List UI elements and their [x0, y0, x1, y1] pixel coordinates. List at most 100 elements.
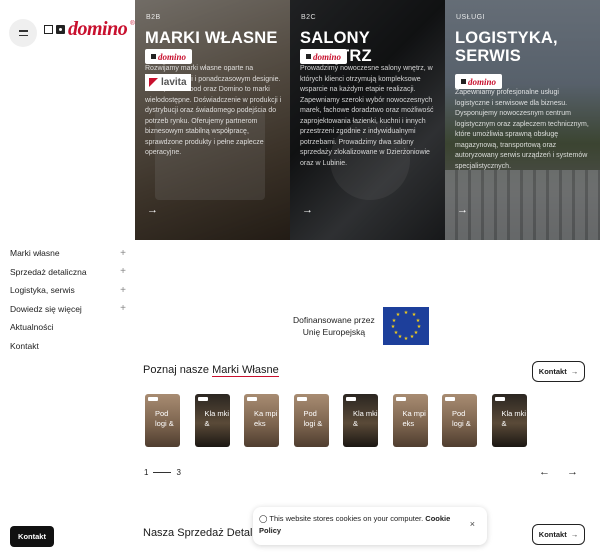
nav-label: Sprzedaż detaliczna — [10, 266, 87, 277]
brand-card[interactable]: Ka mpi eks — [244, 394, 279, 447]
hero-panel-logistyka[interactable]: USŁUGI LOGISTYKA, SERWIS Zapewniamy prof… — [445, 0, 600, 240]
card-label: Kla mki & — [204, 409, 230, 428]
nav-item-aktualnosci[interactable]: Aktualności — [10, 318, 126, 337]
badge-text: domino — [468, 76, 497, 87]
pagination: 1 3 — [144, 468, 181, 477]
panel-title: MARKI WŁASNE — [145, 29, 278, 47]
nav-item-sprzedaz[interactable]: Sprzedaż detaliczna + — [10, 263, 126, 282]
cookie-banner: ◯ This website stores cookies on your co… — [253, 507, 487, 545]
lavita-mark-icon — [149, 78, 158, 87]
hero-panels: B2B MARKI WŁASNE Rozwijamy marki własne … — [135, 0, 600, 240]
brand-card[interactable]: Kla mki & — [343, 394, 378, 447]
eu-funding-text: Dofinansowane przez Unię Europejską — [293, 314, 375, 338]
nav-item-kontakt[interactable]: Kontakt — [10, 337, 126, 356]
badge-text: domino — [158, 51, 187, 62]
cookie-text: ◯ This website stores cookies on your co… — [259, 513, 459, 537]
lavita-logo: lavita — [145, 74, 191, 91]
plus-icon[interactable]: + — [120, 266, 126, 277]
kontakt-label: Kontakt — [538, 530, 567, 539]
arrow-right-icon: → — [570, 367, 579, 376]
kontakt-button-sidebar[interactable]: Kontakt — [10, 526, 54, 547]
nav-label: Logistyka, serwis — [10, 285, 75, 296]
plus-icon[interactable]: + — [120, 248, 126, 259]
panel-description: Zapewniamy profesjonalne usługi logistyc… — [455, 89, 589, 170]
hamburger-menu-icon[interactable] — [9, 19, 37, 47]
cookie-message: This website stores cookies on your comp… — [269, 514, 424, 523]
logo-registered: ® — [130, 20, 135, 27]
nav-item-dowiedz[interactable]: Dowiedz się więcej + — [10, 300, 126, 319]
arrow-left-icon[interactable]: ← — [539, 466, 550, 478]
sidebar-nav: Marki własne + Sprzedaż detaliczna + Logis… — [10, 244, 126, 355]
logo-text: domino — [68, 18, 128, 40]
panel-title: LOGISTYKA, SERWIS — [455, 29, 558, 65]
plus-icon[interactable]: + — [120, 303, 126, 314]
pager-line — [153, 472, 172, 473]
card-logo-icon — [494, 397, 505, 401]
arrow-right-icon[interactable]: → — [147, 204, 158, 216]
kontakt-label: Kontakt — [538, 367, 567, 376]
nav-label: Kontakt — [10, 340, 39, 351]
brand-card[interactable]: Pod logi & — [442, 394, 477, 447]
sidebar: domino ® Marki własne + Sprzedaż detalicz… — [0, 0, 135, 560]
brands-section-title: Poznaj nasze Marki Własne — [143, 364, 279, 377]
logo[interactable]: domino ® — [44, 18, 135, 41]
badge-mark-icon — [151, 54, 156, 59]
domino-badge: domino — [145, 49, 193, 64]
panel-description: Prowadzimy nowoczesne salony wnętrz, w k… — [300, 65, 434, 167]
title-prefix: Poznaj nasze — [143, 364, 213, 376]
arrow-right-icon[interactable]: → — [457, 204, 468, 216]
kontakt-button-brands[interactable]: Kontakt → — [532, 361, 585, 382]
card-label: Ka mpi eks — [254, 409, 278, 428]
eu-flag-icon: ★ ★ ★ ★ ★ ★ ★ ★ ★ ★ ★ ★ — [382, 307, 429, 345]
card-label: Kla mki & — [501, 409, 527, 428]
nav-label: Marki własne — [10, 248, 60, 259]
logo-square-icon — [44, 25, 53, 34]
card-label: Pod logi & — [303, 409, 323, 428]
brand-cards: Pod logi & Kla mki & Ka mpi eks Pod logi & K… — [145, 394, 527, 447]
eu-line1: Dofinansowane przez — [293, 315, 375, 325]
arrow-right-icon[interactable]: → — [302, 204, 313, 216]
panel-tag: USŁUGI — [456, 14, 486, 21]
panel-tag: B2B — [146, 14, 161, 21]
plus-icon[interactable]: + — [120, 285, 126, 296]
lavita-text: lavita — [161, 77, 187, 88]
card-label: Pod logi & — [155, 409, 174, 428]
eu-line2: Unię Europejską — [302, 327, 366, 337]
hero-panel-marki[interactable]: B2B MARKI WŁASNE Rozwijamy marki własne … — [135, 0, 290, 240]
brand-card[interactable]: Pod logi & — [145, 394, 180, 447]
title-highlight[interactable]: Marki Własne — [212, 364, 279, 377]
arrow-right-icon: → — [570, 530, 579, 539]
badge-mark-icon — [306, 54, 311, 59]
card-logo-icon — [346, 397, 356, 401]
badge-text: domino — [313, 51, 342, 62]
close-icon[interactable]: × — [470, 519, 475, 529]
kontakt-button-sales[interactable]: Kontakt → — [532, 524, 585, 545]
card-logo-icon — [445, 397, 455, 401]
page-current: 1 — [144, 468, 149, 477]
card-label: Kla mki & — [353, 409, 378, 428]
brand-card[interactable]: Ka mpi eks — [392, 394, 428, 447]
brand-card[interactable]: Kla mki & — [194, 394, 230, 447]
nav-item-marki-wlasne[interactable]: Marki własne + — [10, 244, 126, 263]
page-total: 3 — [176, 468, 181, 477]
brand-card[interactable]: Pod logi & — [293, 394, 329, 447]
badge-mark-icon — [461, 79, 466, 84]
card-label: Pod logi & — [452, 409, 471, 428]
card-logo-icon — [296, 397, 307, 401]
brand-card[interactable]: Kla mki & — [491, 394, 527, 447]
card-logo-icon — [247, 397, 257, 401]
hero-panel-salony[interactable]: B2C SALONY WNĘTRZ Prowadzimy nowoczesne … — [290, 0, 445, 240]
domino-badge: domino — [455, 74, 503, 89]
card-logo-icon — [395, 397, 406, 401]
panel-tag: B2C — [301, 14, 317, 21]
domino-badge: domino — [300, 49, 348, 64]
card-logo-icon — [197, 397, 208, 401]
cookie-icon: ◯ — [259, 514, 268, 523]
logo-dot-icon — [56, 25, 65, 34]
nav-label: Aktualności — [10, 322, 54, 333]
eu-funding: Dofinansowane przez Unię Europejską ★ ★ ★ … — [293, 307, 429, 345]
card-label: Ka mpi eks — [402, 409, 426, 428]
nav-item-logistyka[interactable]: Logistyka, serwis + — [10, 281, 126, 300]
arrow-right-icon[interactable]: → — [567, 466, 578, 478]
nav-label: Dowiedz się więcej — [10, 303, 82, 314]
